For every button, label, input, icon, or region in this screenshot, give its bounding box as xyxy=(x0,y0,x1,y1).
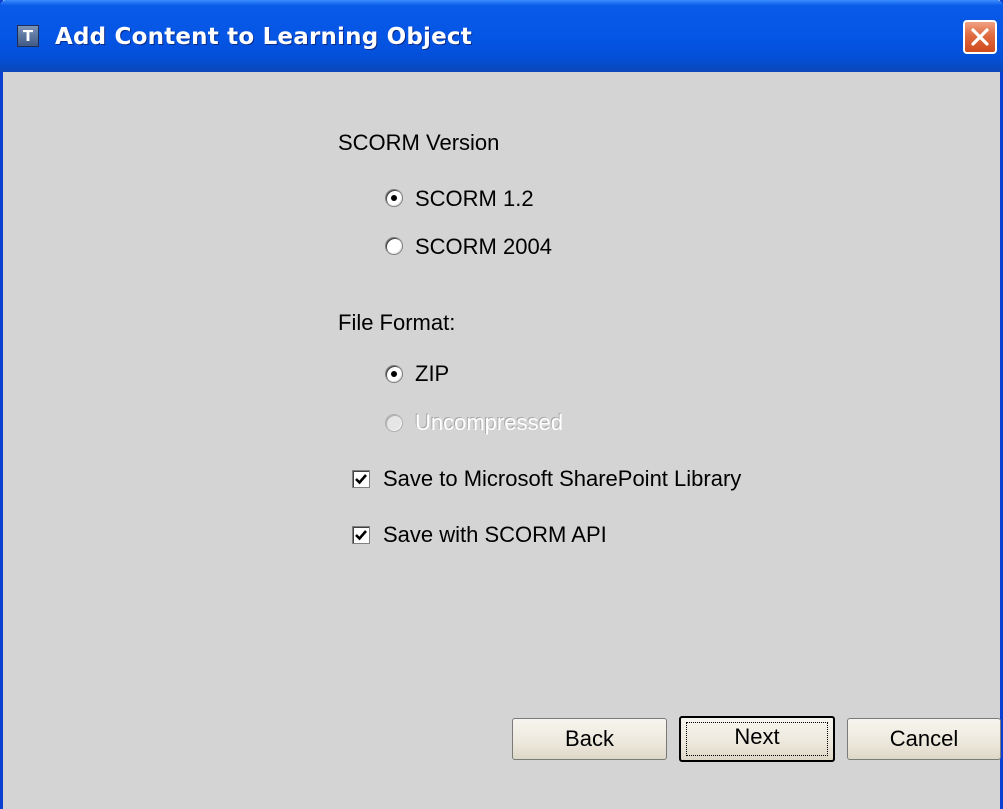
window-title: Add Content to Learning Object xyxy=(55,24,472,50)
cancel-button[interactable]: Cancel xyxy=(847,718,1001,760)
back-button[interactable]: Back xyxy=(512,718,667,760)
dialog-window: T Add Content to Learning Object SCORM V… xyxy=(0,0,1003,809)
checkbox-save-scorm-api-label[interactable]: Save with SCORM API xyxy=(383,522,607,548)
file-format-heading: File Format: xyxy=(338,310,456,335)
checkmark-icon xyxy=(355,530,367,541)
app-icon: T xyxy=(17,25,39,47)
checkbox-save-scorm-api[interactable] xyxy=(352,526,370,544)
close-icon xyxy=(971,28,989,46)
checkbox-save-sharepoint[interactable] xyxy=(352,470,370,488)
radio-zip[interactable] xyxy=(385,365,403,383)
back-button-label: Back xyxy=(565,726,614,751)
radio-scorm-2004[interactable] xyxy=(385,237,403,255)
cancel-button-label: Cancel xyxy=(889,726,959,751)
title-bar[interactable]: T Add Content to Learning Object xyxy=(0,0,1003,72)
radio-scorm-1-2[interactable] xyxy=(385,189,403,207)
radio-scorm-2004-label[interactable]: SCORM 2004 xyxy=(415,234,552,260)
radio-scorm-1-2-label[interactable]: SCORM 1.2 xyxy=(415,186,534,212)
scorm-version-heading: SCORM Version xyxy=(338,130,500,155)
radio-zip-label[interactable]: ZIP xyxy=(415,361,449,387)
next-button[interactable]: Next xyxy=(679,716,835,762)
checkmark-icon xyxy=(355,474,367,485)
radio-uncompressed-label: Uncompressed xyxy=(415,410,563,435)
next-button-label: Next xyxy=(734,724,780,749)
close-button[interactable] xyxy=(963,20,997,54)
radio-uncompressed xyxy=(385,414,403,432)
checkbox-save-sharepoint-label[interactable]: Save to Microsoft SharePoint Library xyxy=(383,466,741,492)
